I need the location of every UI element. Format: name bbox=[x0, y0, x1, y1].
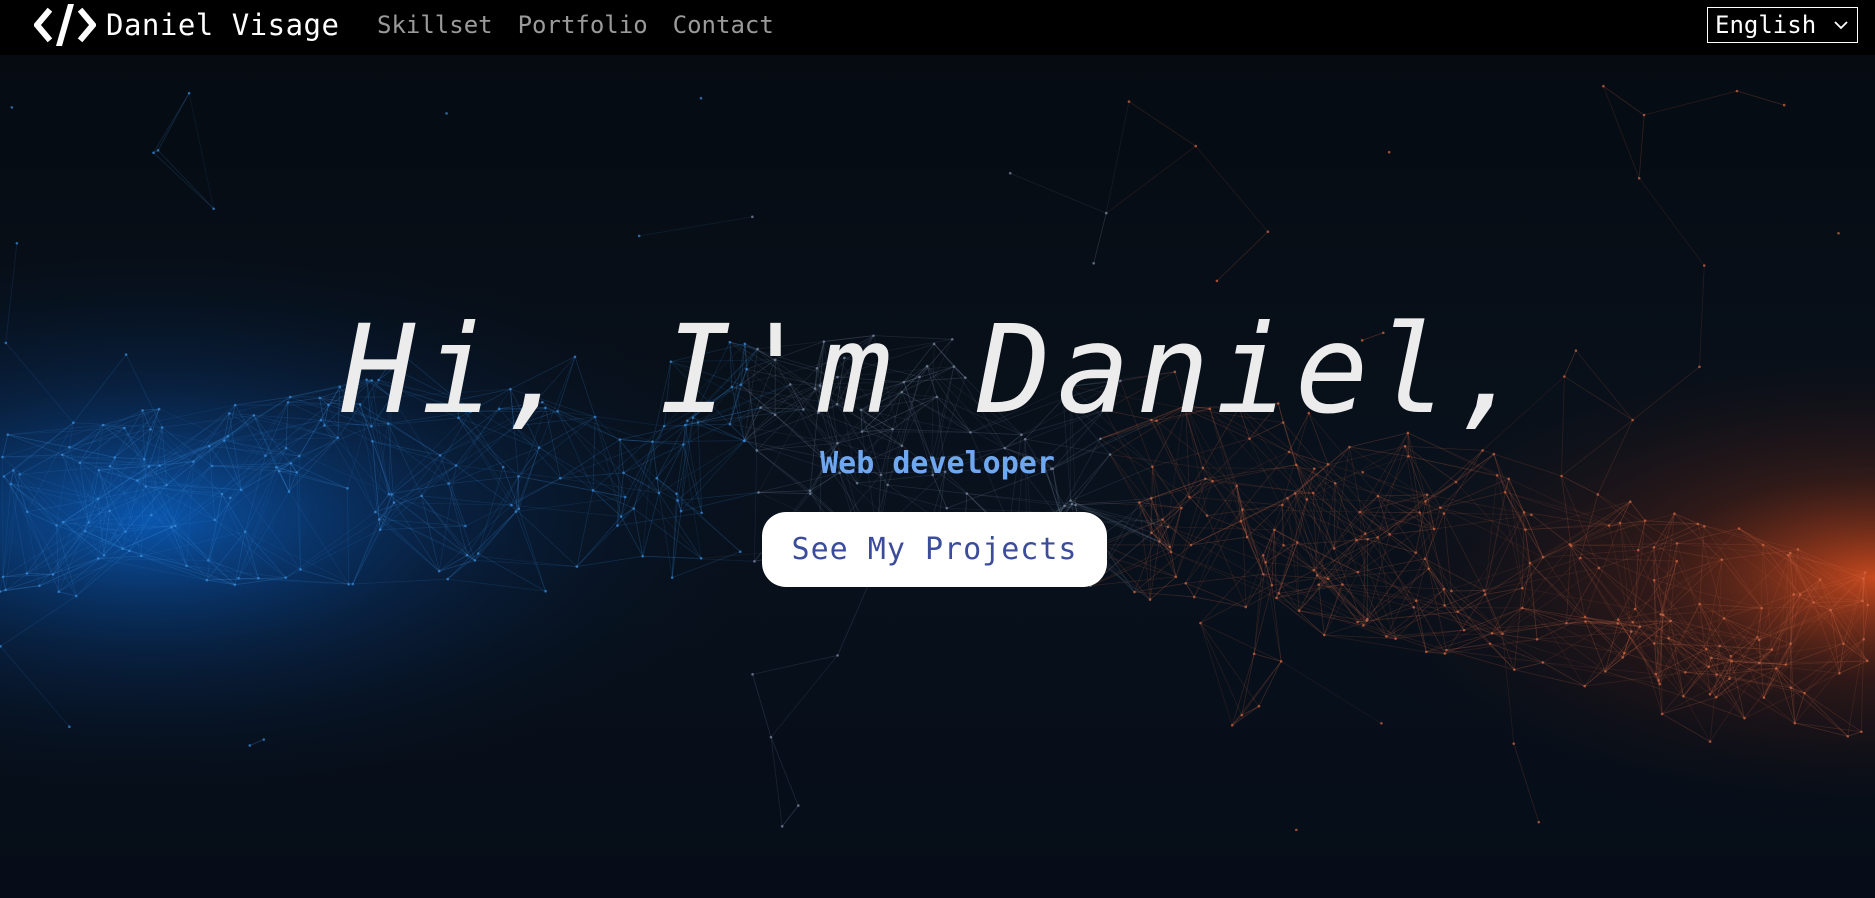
nav-link-contact[interactable]: Contact bbox=[673, 11, 774, 39]
language-select-value: English bbox=[1715, 11, 1817, 39]
brand-link[interactable]: Daniel Visage bbox=[34, 0, 339, 50]
see-projects-button[interactable]: See My Projects bbox=[762, 512, 1107, 587]
chevron-down-icon bbox=[1834, 21, 1848, 30]
hero-title: Hi, I'm Daniel, bbox=[341, 299, 1534, 441]
language-select[interactable]: English bbox=[1707, 7, 1858, 43]
page: Daniel Visage Skillset Portfolio Contact… bbox=[0, 0, 1875, 898]
hero-subtitle: Web developer bbox=[820, 446, 1055, 481]
brand-name: Daniel Visage bbox=[106, 8, 340, 42]
navbar: Daniel Visage Skillset Portfolio Contact… bbox=[0, 0, 1875, 55]
nav-link-skillset[interactable]: Skillset bbox=[377, 11, 493, 39]
code-slash-icon bbox=[34, 4, 96, 46]
nav-link-portfolio[interactable]: Portfolio bbox=[518, 11, 648, 39]
nav-links: Skillset Portfolio Contact bbox=[377, 0, 799, 50]
